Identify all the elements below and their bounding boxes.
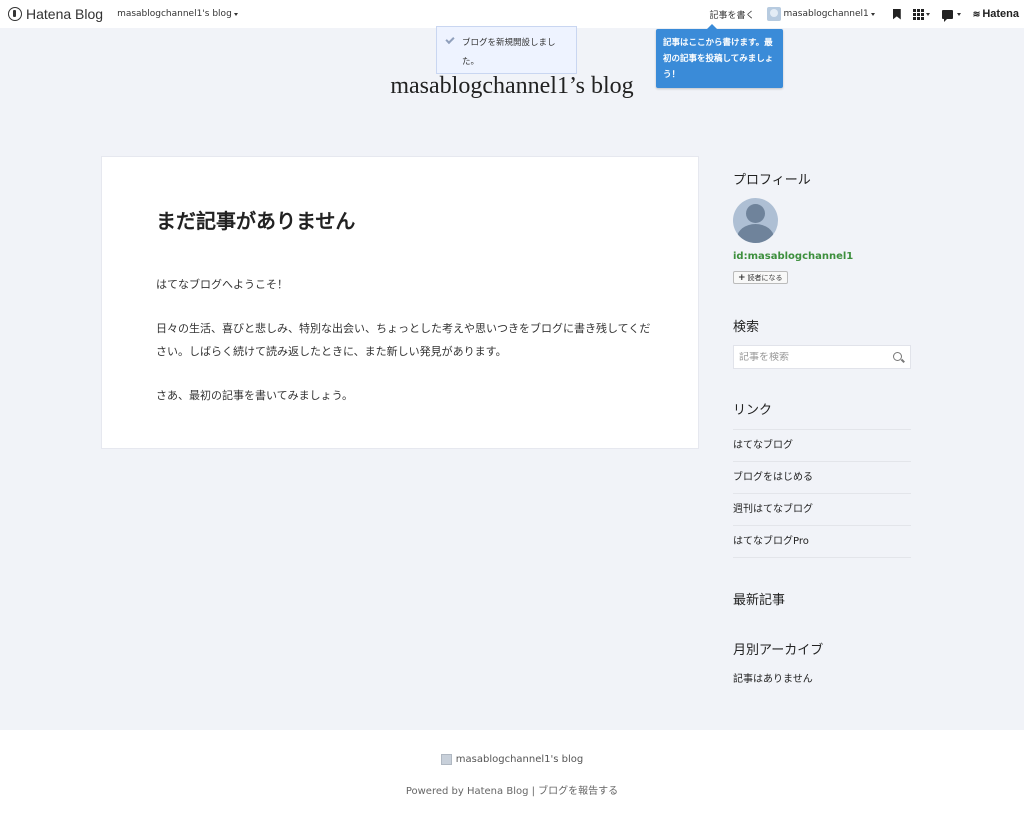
empty-entry-card: まだ記事がありません はてなブログへようこそ！ 日々の生活、喜びと悲しみ、特別な… <box>101 156 699 449</box>
link-item[interactable]: はてなブログPro <box>733 526 911 558</box>
bookmark-icon <box>892 8 901 20</box>
hatena-brand-text: Hatena <box>982 8 1019 20</box>
avatar-body <box>737 224 774 243</box>
profile-user-id[interactable]: id:masablogchannel1 <box>733 251 853 262</box>
chevron-down-icon <box>233 12 238 16</box>
check-icon <box>445 34 455 45</box>
avatar-head <box>746 204 765 223</box>
profile-avatar[interactable] <box>733 198 778 243</box>
blog-switcher-label: masablogchannel1's blog <box>117 9 232 19</box>
links-list: はてなブログ ブログをはじめる 週刊はてなブログ はてなブログPro <box>733 429 911 558</box>
blog-created-notice: ブログを新規開設しました。 <box>436 26 577 74</box>
chevron-down-icon <box>870 12 875 16</box>
entry-paragraph: さあ、最初の記事を書いてみましょう。 <box>156 389 354 402</box>
entry-body: はてなブログへようこそ！ 日々の生活、喜びと悲しみ、特別な出会い、ちょっとした考… <box>156 273 656 428</box>
search-icon[interactable] <box>893 352 902 361</box>
user-menu-name: masablogchannel1 <box>783 9 869 19</box>
chevron-down-icon <box>956 12 961 16</box>
blog-switcher[interactable]: masablogchannel1's blog <box>117 9 238 19</box>
notice-text: ブログを新規開設しました。 <box>462 38 556 67</box>
entry-paragraph: 日々の生活、喜びと悲しみ、特別な出会い、ちょっとした考えや思いつきをブログに書き… <box>156 322 651 358</box>
hatena-wave-icon: ≋ <box>972 8 981 19</box>
hatena-logo-icon <box>8 7 22 21</box>
apps-menu-button[interactable] <box>912 8 930 20</box>
notifications-button[interactable] <box>941 9 961 22</box>
archive-empty-text: 記事はありません <box>733 674 813 685</box>
bookmark-button[interactable] <box>892 8 901 20</box>
link-item[interactable]: はてなブログ <box>733 430 911 462</box>
search-box <box>733 345 911 369</box>
entry-title: まだ記事がありません <box>156 209 356 233</box>
hatena-brand-link[interactable]: ≋ Hatena <box>973 8 1019 20</box>
logo-text: Hatena Blog <box>26 6 104 22</box>
footer-powered[interactable]: Powered by Hatena Blog | ブログを報告する <box>0 782 1024 797</box>
archive-heading: 月別アーカイブ <box>733 643 824 658</box>
global-header: Hatena Blog masablogchannel1's blog 記事を書… <box>0 0 1024 28</box>
follow-button[interactable]: + 読者になる <box>733 271 788 284</box>
links-heading: リンク <box>733 403 773 418</box>
tooltip-arrow <box>707 24 717 29</box>
blog-title[interactable]: masablogchannel1’s blog <box>0 73 1024 100</box>
user-menu[interactable]: masablogchannel1 <box>766 7 875 21</box>
chevron-down-icon <box>925 12 930 16</box>
blog-icon <box>440 754 452 765</box>
recent-heading: 最新記事 <box>733 593 786 608</box>
plus-icon: + <box>738 272 746 283</box>
link-item[interactable]: 週刊はてなブログ <box>733 494 911 526</box>
header-actions: 記事を書く masablogchannel1 ≋ Hatena <box>709 0 1019 28</box>
footer-blog-name: masablogchannel1's blog <box>455 754 584 765</box>
comment-icon <box>941 9 953 22</box>
search-input[interactable] <box>734 351 884 363</box>
search-heading: 検索 <box>733 320 760 335</box>
footer: masablogchannel1's blog Powered by Haten… <box>0 730 1024 825</box>
write-article-link[interactable]: 記事を書く <box>709 8 754 21</box>
hatena-blog-logo[interactable]: Hatena Blog <box>8 6 103 22</box>
profile-heading: プロフィール <box>733 173 811 188</box>
user-avatar-icon <box>766 7 781 21</box>
footer-blog-link[interactable]: masablogchannel1's blog <box>0 754 1024 765</box>
follow-button-label: 読者になる <box>747 273 783 282</box>
entry-paragraph: はてなブログへようこそ！ <box>156 278 288 291</box>
grid-icon <box>912 8 924 20</box>
link-item[interactable]: ブログをはじめる <box>733 462 911 494</box>
